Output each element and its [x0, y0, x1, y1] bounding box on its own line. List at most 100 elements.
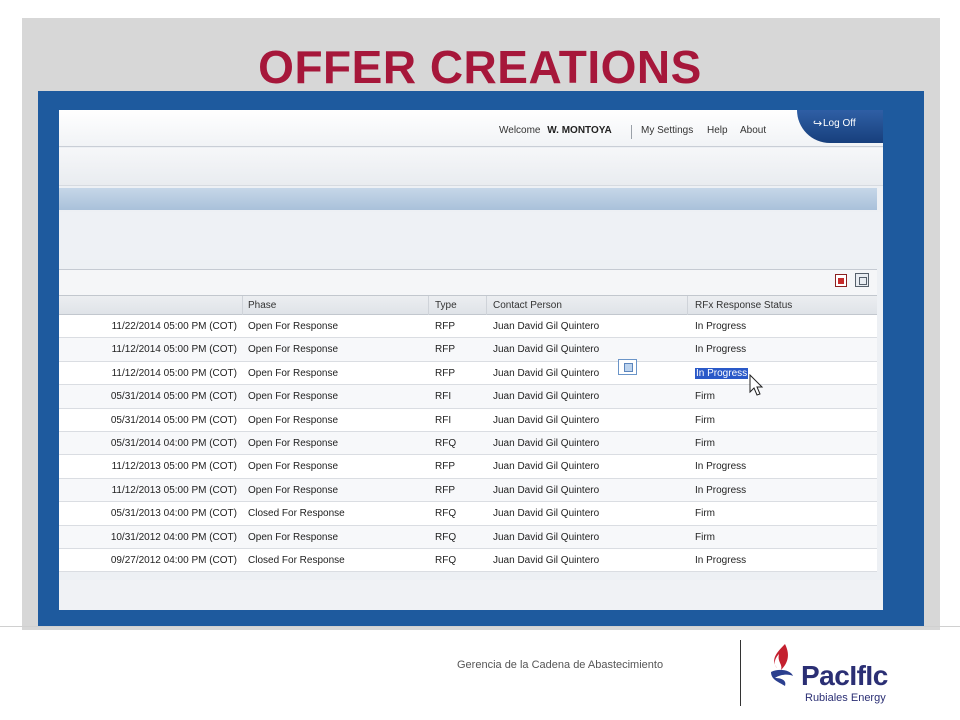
excel-export-icon[interactable] — [855, 273, 869, 287]
date-cell: 11/12/2014 05:00 PM (COT) — [59, 344, 237, 355]
status-cell-text: In Progress — [695, 321, 747, 332]
type-cell-text: RFI — [435, 391, 452, 403]
date-cell: 11/12/2014 05:00 PM (COT) — [59, 368, 237, 379]
contact-cell: Juan David Gil Quintero — [493, 485, 599, 496]
header-band — [59, 148, 883, 186]
type-cell-text: RFP — [435, 461, 455, 473]
logo-name: PacIfIc — [801, 660, 888, 691]
table-row[interactable]: 10/31/2012 04:00 PM (COT) Open For Respon… — [59, 525, 877, 549]
phase-cell: Open For Response — [248, 485, 338, 496]
column-header-contact[interactable]: Contact Person — [493, 300, 562, 311]
phase-cell-text: Open For Response — [248, 321, 339, 332]
type-cell-text: RFP — [435, 321, 455, 332]
phase-cell: Open For Response — [248, 532, 338, 543]
date-cell: 05/31/2014 05:00 PM (COT) — [59, 415, 237, 426]
status-cell-text: In Progress — [695, 484, 747, 496]
type-cell: RFP — [435, 461, 455, 472]
phase-cell: Closed For Response — [248, 508, 345, 519]
top-bar: Welcome W. MONTOYA My Settings Help Abou… — [59, 110, 883, 147]
table-row[interactable]: 11/22/2014 05:00 PM (COT) Open For Respon… — [59, 315, 877, 339]
type-cell-text: RFQ — [435, 554, 457, 566]
type-cell: RFP — [435, 485, 455, 496]
table-row[interactable]: 11/12/2013 05:00 PM (COT) Open For Respon… — [59, 478, 877, 503]
phase-cell-text: Open For Response — [248, 437, 339, 449]
table-row[interactable]: 05/31/2014 05:00 PM (COT) Open For Respon… — [59, 408, 877, 432]
type-cell: RFQ — [435, 438, 456, 449]
contact-cell: Juan David Gil Quintero — [493, 438, 599, 449]
slide-title: OFFER CREATIONS — [258, 41, 702, 93]
table-row[interactable]: 05/31/2014 04:00 PM (COT) Open For Respon… — [59, 431, 877, 456]
contact-cell-text: Juan David Gil Quintero — [493, 484, 600, 496]
column-header-phase[interactable]: Phase — [248, 300, 276, 311]
my-settings-link[interactable]: My Settings — [641, 125, 693, 136]
table-footer-area — [59, 580, 883, 610]
column-header-type[interactable]: Type — [435, 300, 457, 311]
phase-cell-text: Open For Response — [248, 344, 339, 356]
phase-cell-text: Open For Response — [248, 484, 339, 496]
date-cell: 10/31/2012 04:00 PM (COT) — [59, 532, 237, 543]
phase-cell-text: Closed For Response — [248, 554, 345, 566]
contact-cell: Juan David Gil Quintero — [493, 344, 599, 355]
logoff-button[interactable]: ↪ Log Off — [797, 110, 883, 143]
table-header: Phase Type Contact Person RFx Response S… — [59, 295, 877, 315]
contact-cell: Juan David Gil Quintero — [493, 555, 599, 566]
logo-subtitle: Rubiales Energy — [805, 692, 886, 704]
contact-cell: Juan David Gil Quintero — [493, 321, 599, 332]
phase-cell: Open For Response — [248, 321, 338, 332]
grid-toolbar — [59, 269, 877, 295]
type-cell-text: RFP — [435, 367, 455, 379]
date-cell-text: 11/22/2014 05:00 PM (COT) — [111, 321, 237, 332]
about-link[interactable]: About — [740, 125, 766, 136]
date-cell-text: 05/31/2014 04:00 PM (COT) — [110, 437, 237, 449]
date-cell-text: 11/12/2013 05:00 PM (COT) — [111, 461, 237, 473]
pdf-export-icon[interactable] — [835, 274, 847, 287]
date-cell-text: 05/31/2013 04:00 PM (COT) — [110, 508, 237, 520]
rfx-table: Phase Type Contact Person RFx Response S… — [59, 295, 877, 573]
contact-cell: Juan David Gil Quintero — [493, 391, 599, 402]
status-cell-text: Firm — [695, 437, 715, 449]
status-cell: In Progress — [695, 485, 746, 496]
column-divider — [486, 296, 487, 315]
type-cell-text: RFP — [435, 344, 455, 356]
section-header-bar — [59, 188, 877, 210]
table-row[interactable]: 11/12/2014 05:00 PM (COT) Open For Respon… — [59, 338, 877, 362]
nav-separator — [631, 125, 632, 139]
type-cell-text: RFI — [435, 414, 452, 426]
status-cell-text: Firm — [695, 391, 715, 403]
user-name: W. MONTOYA — [547, 125, 612, 136]
status-cell: In Progress — [695, 367, 749, 379]
welcome-text: Welcome W. MONTOYA — [499, 125, 612, 136]
table-row[interactable]: 05/31/2013 04:00 PM (COT) Closed For Resp… — [59, 502, 877, 526]
help-link[interactable]: Help — [707, 125, 728, 136]
phase-cell-text: Open For Response — [248, 531, 339, 543]
footer-text: Gerencia de la Cadena de Abastecimiento — [457, 659, 664, 671]
date-cell-text: 11/12/2014 05:00 PM (COT) — [111, 344, 237, 356]
date-cell: 09/27/2012 04:00 PM (COT) — [59, 555, 237, 566]
status-cell: Firm — [695, 391, 715, 402]
phase-cell: Closed For Response — [248, 555, 345, 566]
date-cell: 11/22/2014 05:00 PM (COT) — [59, 321, 237, 332]
phase-cell: Open For Response — [248, 415, 338, 426]
table-row[interactable]: 11/12/2013 05:00 PM (COT) Open For Respon… — [59, 455, 877, 479]
phase-cell-text: Open For Response — [248, 391, 339, 403]
column-header-status[interactable]: RFx Response Status — [695, 300, 792, 311]
date-cell-text: 09/27/2012 04:00 PM (COT) — [110, 554, 237, 566]
flame-logo-icon — [771, 644, 793, 686]
logoff-label: Log Off — [823, 118, 856, 129]
phase-cell: Open For Response — [248, 368, 338, 379]
phase-cell-text: Closed For Response — [248, 508, 345, 520]
logoff-icon: ↪ — [813, 118, 823, 130]
date-cell: 05/31/2014 04:00 PM (COT) — [59, 438, 237, 449]
contact-cell-text: Juan David Gil Quintero — [493, 508, 600, 520]
status-cell-text: Firm — [695, 414, 715, 426]
status-cell-text: Firm — [695, 508, 715, 520]
contact-cell-text: Juan David Gil Quintero — [493, 367, 600, 379]
slide: OFFER CREATIONS Welcome W. MONTOYA My Se… — [0, 0, 960, 720]
type-cell: RFP — [435, 368, 455, 379]
contact-cell: Juan David Gil Quintero — [493, 415, 599, 426]
popup-window-icon[interactable] — [618, 359, 637, 375]
column-divider — [428, 296, 429, 315]
table-row[interactable]: 09/27/2012 04:00 PM (COT) Closed For Resp… — [59, 548, 877, 573]
contact-cell-text: Juan David Gil Quintero — [493, 554, 600, 566]
date-cell: 11/12/2013 05:00 PM (COT) — [59, 461, 237, 472]
